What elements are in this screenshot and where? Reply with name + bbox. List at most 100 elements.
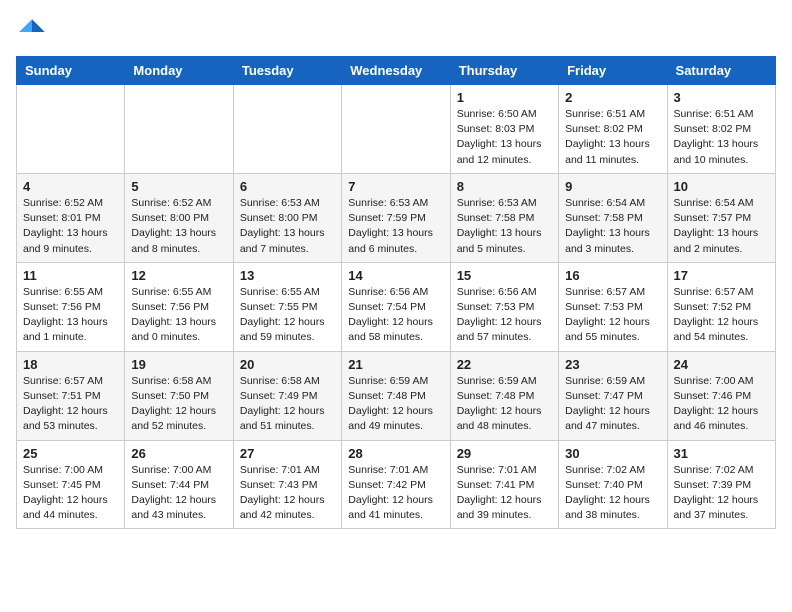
calendar-cell: 16 Sunrise: 6:57 AM Sunset: 7:53 PM Dayli…	[559, 262, 667, 351]
day-number: 19	[131, 357, 226, 372]
day-info: Sunrise: 6:53 AM Sunset: 8:00 PM Dayligh…	[240, 196, 335, 257]
day-number: 17	[674, 268, 769, 283]
day-info: Sunrise: 6:57 AM Sunset: 7:52 PM Dayligh…	[674, 285, 769, 346]
week-row-4: 18 Sunrise: 6:57 AM Sunset: 7:51 PM Dayli…	[17, 351, 776, 440]
day-number: 21	[348, 357, 443, 372]
calendar-cell: 4 Sunrise: 6:52 AM Sunset: 8:01 PM Daylig…	[17, 173, 125, 262]
calendar-cell: 13Sunrise: 6:55 AM Sunset: 7:55 PM Dayli…	[233, 262, 341, 351]
calendar-cell: 22 Sunrise: 6:59 AM Sunset: 7:48 PM Dayli…	[450, 351, 558, 440]
day-number: 12	[131, 268, 226, 283]
logo-icon	[16, 16, 48, 48]
calendar-table: SundayMondayTuesdayWednesdayThursdayFrid…	[16, 56, 776, 529]
day-number: 15	[457, 268, 552, 283]
calendar-cell	[125, 85, 233, 174]
calendar-cell: 1 Sunrise: 6:50 AM Sunset: 8:03 PM Daylig…	[450, 85, 558, 174]
day-info: Sunrise: 6:59 AM Sunset: 7:47 PM Dayligh…	[565, 374, 660, 435]
day-info: Sunrise: 6:56 AM Sunset: 7:53 PM Dayligh…	[457, 285, 552, 346]
day-number: 13	[240, 268, 335, 283]
day-number: 3	[674, 90, 769, 105]
day-info: Sunrise: 7:01 AM Sunset: 7:43 PM Dayligh…	[240, 463, 335, 524]
day-info: Sunrise: 7:01 AM Sunset: 7:41 PM Dayligh…	[457, 463, 552, 524]
day-number: 23	[565, 357, 660, 372]
calendar-cell: 5Sunrise: 6:52 AM Sunset: 8:00 PM Daylig…	[125, 173, 233, 262]
day-number: 2	[565, 90, 660, 105]
calendar-cell: 28 Sunrise: 7:01 AM Sunset: 7:42 PM Dayli…	[342, 440, 450, 529]
week-row-5: 25Sunrise: 7:00 AM Sunset: 7:45 PM Dayli…	[17, 440, 776, 529]
day-number: 6	[240, 179, 335, 194]
day-number: 11	[23, 268, 118, 283]
day-info: Sunrise: 6:59 AM Sunset: 7:48 PM Dayligh…	[348, 374, 443, 435]
day-info: Sunrise: 6:50 AM Sunset: 8:03 PM Dayligh…	[457, 107, 552, 168]
day-number: 10	[674, 179, 769, 194]
weekday-header-sunday: Sunday	[17, 57, 125, 85]
day-info: Sunrise: 7:00 AM Sunset: 7:44 PM Dayligh…	[131, 463, 226, 524]
calendar-cell: 8 Sunrise: 6:53 AM Sunset: 7:58 PM Daylig…	[450, 173, 558, 262]
day-info: Sunrise: 7:00 AM Sunset: 7:45 PM Dayligh…	[23, 463, 118, 524]
calendar-cell: 15 Sunrise: 6:56 AM Sunset: 7:53 PM Dayli…	[450, 262, 558, 351]
calendar-cell: 20Sunrise: 6:58 AM Sunset: 7:49 PM Dayli…	[233, 351, 341, 440]
day-number: 27	[240, 446, 335, 461]
day-number: 29	[457, 446, 552, 461]
calendar-cell: 25Sunrise: 7:00 AM Sunset: 7:45 PM Dayli…	[17, 440, 125, 529]
day-number: 26	[131, 446, 226, 461]
day-info: Sunrise: 6:54 AM Sunset: 7:58 PM Dayligh…	[565, 196, 660, 257]
week-row-2: 4 Sunrise: 6:52 AM Sunset: 8:01 PM Daylig…	[17, 173, 776, 262]
day-info: Sunrise: 7:01 AM Sunset: 7:42 PM Dayligh…	[348, 463, 443, 524]
day-info: Sunrise: 6:55 AM Sunset: 7:56 PM Dayligh…	[23, 285, 118, 346]
page-header	[16, 16, 776, 48]
day-info: Sunrise: 6:55 AM Sunset: 7:56 PM Dayligh…	[131, 285, 226, 346]
week-row-3: 11 Sunrise: 6:55 AM Sunset: 7:56 PM Dayli…	[17, 262, 776, 351]
day-number: 9	[565, 179, 660, 194]
weekday-header-friday: Friday	[559, 57, 667, 85]
day-number: 1	[457, 90, 552, 105]
calendar-cell: 10 Sunrise: 6:54 AM Sunset: 7:57 PM Dayli…	[667, 173, 775, 262]
weekday-header-thursday: Thursday	[450, 57, 558, 85]
calendar-cell: 11 Sunrise: 6:55 AM Sunset: 7:56 PM Dayli…	[17, 262, 125, 351]
calendar-cell	[17, 85, 125, 174]
day-number: 24	[674, 357, 769, 372]
calendar-cell: 30Sunrise: 7:02 AM Sunset: 7:40 PM Dayli…	[559, 440, 667, 529]
logo	[16, 16, 52, 48]
calendar-cell: 2 Sunrise: 6:51 AM Sunset: 8:02 PM Daylig…	[559, 85, 667, 174]
calendar-cell: 26 Sunrise: 7:00 AM Sunset: 7:44 PM Dayli…	[125, 440, 233, 529]
day-number: 22	[457, 357, 552, 372]
day-info: Sunrise: 6:52 AM Sunset: 8:00 PM Dayligh…	[131, 196, 226, 257]
calendar-cell: 14Sunrise: 6:56 AM Sunset: 7:54 PM Dayli…	[342, 262, 450, 351]
day-info: Sunrise: 6:53 AM Sunset: 7:59 PM Dayligh…	[348, 196, 443, 257]
calendar-cell: 12 Sunrise: 6:55 AM Sunset: 7:56 PM Dayli…	[125, 262, 233, 351]
weekday-header-row: SundayMondayTuesdayWednesdayThursdayFrid…	[17, 57, 776, 85]
calendar-cell: 9 Sunrise: 6:54 AM Sunset: 7:58 PM Daylig…	[559, 173, 667, 262]
day-info: Sunrise: 6:56 AM Sunset: 7:54 PM Dayligh…	[348, 285, 443, 346]
day-info: Sunrise: 6:52 AM Sunset: 8:01 PM Dayligh…	[23, 196, 118, 257]
calendar-cell: 3 Sunrise: 6:51 AM Sunset: 8:02 PM Daylig…	[667, 85, 775, 174]
calendar-cell: 23 Sunrise: 6:59 AM Sunset: 7:47 PM Dayli…	[559, 351, 667, 440]
day-number: 28	[348, 446, 443, 461]
day-number: 16	[565, 268, 660, 283]
calendar-cell: 27 Sunrise: 7:01 AM Sunset: 7:43 PM Dayli…	[233, 440, 341, 529]
day-info: Sunrise: 6:51 AM Sunset: 8:02 PM Dayligh…	[565, 107, 660, 168]
day-info: Sunrise: 6:57 AM Sunset: 7:53 PM Dayligh…	[565, 285, 660, 346]
day-info: Sunrise: 6:53 AM Sunset: 7:58 PM Dayligh…	[457, 196, 552, 257]
day-info: Sunrise: 6:59 AM Sunset: 7:48 PM Dayligh…	[457, 374, 552, 435]
day-info: Sunrise: 7:00 AM Sunset: 7:46 PM Dayligh…	[674, 374, 769, 435]
calendar-cell	[342, 85, 450, 174]
day-info: Sunrise: 6:57 AM Sunset: 7:51 PM Dayligh…	[23, 374, 118, 435]
day-info: Sunrise: 7:02 AM Sunset: 7:39 PM Dayligh…	[674, 463, 769, 524]
week-row-1: 1 Sunrise: 6:50 AM Sunset: 8:03 PM Daylig…	[17, 85, 776, 174]
calendar-cell: 17 Sunrise: 6:57 AM Sunset: 7:52 PM Dayli…	[667, 262, 775, 351]
day-info: Sunrise: 6:54 AM Sunset: 7:57 PM Dayligh…	[674, 196, 769, 257]
calendar-cell: 18 Sunrise: 6:57 AM Sunset: 7:51 PM Dayli…	[17, 351, 125, 440]
weekday-header-tuesday: Tuesday	[233, 57, 341, 85]
calendar-cell: 31Sunrise: 7:02 AM Sunset: 7:39 PM Dayli…	[667, 440, 775, 529]
day-number: 18	[23, 357, 118, 372]
calendar-cell	[233, 85, 341, 174]
weekday-header-wednesday: Wednesday	[342, 57, 450, 85]
day-number: 8	[457, 179, 552, 194]
calendar-cell: 24 Sunrise: 7:00 AM Sunset: 7:46 PM Dayli…	[667, 351, 775, 440]
day-info: Sunrise: 6:58 AM Sunset: 7:50 PM Dayligh…	[131, 374, 226, 435]
day-info: Sunrise: 6:51 AM Sunset: 8:02 PM Dayligh…	[674, 107, 769, 168]
day-number: 4	[23, 179, 118, 194]
calendar-cell: 21 Sunrise: 6:59 AM Sunset: 7:48 PM Dayli…	[342, 351, 450, 440]
calendar-cell: 6 Sunrise: 6:53 AM Sunset: 8:00 PM Daylig…	[233, 173, 341, 262]
day-number: 7	[348, 179, 443, 194]
